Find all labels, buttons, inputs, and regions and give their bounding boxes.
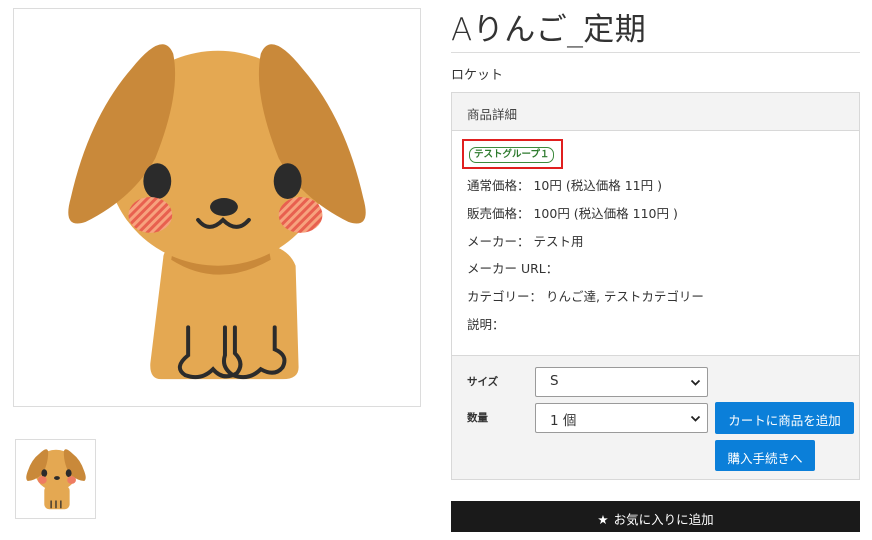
product-page: Aりんご_定期 ロケット 商品詳細 テストグループ１ 通常価格： 10円 (税込…	[0, 0, 872, 540]
checkout-button[interactable]: 購入手続きへ	[715, 440, 815, 471]
maker-row: メーカー： テスト用	[467, 234, 584, 249]
add-to-favorite-button[interactable]: ★ お気に入りに追加	[451, 501, 860, 532]
product-title: Aりんご_定期	[451, 12, 647, 48]
title-divider	[451, 52, 860, 53]
description-row: 説明：	[467, 317, 505, 332]
quantity-select-value: 1 個	[550, 413, 577, 429]
chevron-down-icon	[690, 415, 701, 422]
size-select[interactable]: S	[535, 367, 708, 397]
tag-highlight-box: テストグループ１	[462, 139, 563, 169]
size-select-value: S	[550, 373, 559, 389]
product-detail-panel: 商品詳細 テストグループ１ 通常価格： 10円 (税込価格 11円 ) 販売価格…	[451, 92, 860, 480]
detail-body: テストグループ１ 通常価格： 10円 (税込価格 11円 ) 販売価格： 100…	[452, 131, 859, 355]
product-thumbnail[interactable]	[15, 439, 96, 519]
dog-thumbnail	[26, 449, 86, 510]
favorite-label: お気に入りに追加	[613, 512, 714, 527]
purchase-form: サイズ S 数量 1 個 カートに商品を追加 購入手続きへ	[452, 355, 859, 479]
product-maker-label: ロケット	[451, 68, 504, 83]
quantity-label: 数量	[467, 412, 488, 424]
category-row: カテゴリー： りんご達, テストカテゴリー	[467, 289, 704, 304]
normal-price-row: 通常価格： 10円 (税込価格 11円 )	[467, 178, 662, 193]
chevron-down-icon	[690, 379, 701, 386]
quantity-select[interactable]: 1 個	[535, 403, 708, 433]
dog-illustration	[68, 44, 366, 380]
detail-header: 商品詳細	[452, 93, 859, 131]
product-main-image	[13, 8, 421, 407]
size-label: サイズ	[467, 376, 499, 388]
sale-price-row: 販売価格： 100円 (税込価格 110円 )	[467, 206, 678, 221]
product-tag-badge: テストグループ１	[469, 147, 555, 163]
star-icon: ★	[597, 512, 609, 527]
add-to-cart-button[interactable]: カートに商品を追加	[715, 402, 854, 434]
maker-url-row: メーカー URL：	[467, 261, 559, 276]
